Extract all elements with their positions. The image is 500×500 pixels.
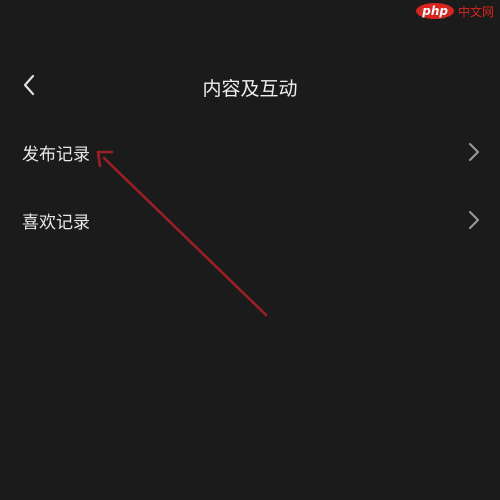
chevron-right-icon: [469, 143, 479, 161]
menu-item-label: 发布记录: [22, 144, 90, 165]
chevron-right-icon: [469, 211, 479, 229]
menu-item-liked-records[interactable]: 喜欢记录: [0, 198, 500, 242]
page-title: 内容及互动: [202, 78, 298, 100]
top-nav-bar: 内容及互动: [0, 64, 500, 112]
watermark-text: 中文网: [457, 4, 494, 19]
content-interaction-screen: php 中文网 内容及互动 发布记录 喜欢记录: [0, 0, 500, 500]
menu-item-label: 喜欢记录: [22, 212, 90, 233]
php-logo: php: [416, 3, 454, 19]
menu-item-publish-records[interactable]: 发布记录: [0, 130, 500, 174]
php-cn-watermark: php 中文网: [416, 0, 500, 22]
